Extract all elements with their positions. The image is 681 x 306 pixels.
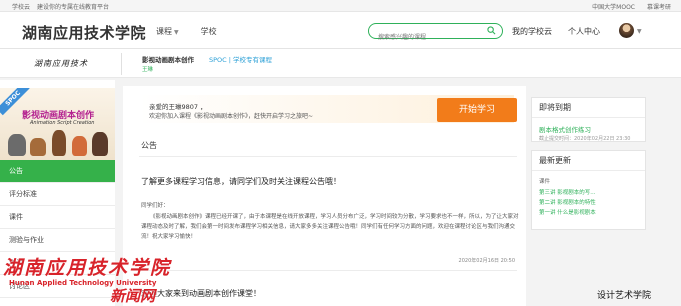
search-icon[interactable]	[487, 26, 496, 35]
cartoon-character-figure	[30, 138, 46, 156]
latest-updates-panel: 最新更新 课件 第三讲 影视剧本的写... 第二讲 影视剧本的特性 第一讲 什么…	[531, 150, 646, 230]
due-soon-panel: 即将到期 剧本格式创作练习 截止提交时间：2020年02月22日 23:30	[531, 97, 646, 142]
announcement-title[interactable]: 了解更多课程学习信息，请同学们及时关注课程公告哦！	[141, 176, 341, 187]
menu-item-courseware[interactable]: 课件	[0, 206, 115, 229]
menu-item-quiz-homework[interactable]: 测验与作业	[0, 229, 115, 252]
main-content: 亲爱的王琳9807 ， 欢迎你加入课程《影视动画剧本创作》，赶快开启学习之旅吧~…	[123, 86, 526, 306]
due-item-link[interactable]: 剧本格式创作练习	[532, 118, 645, 134]
start-learning-button[interactable]: 开始学习	[437, 98, 517, 122]
site-logo[interactable]: 湖南应用技术学院	[22, 22, 146, 43]
course-header: 影视动画剧本创作 SPOC | 学校专有课程 王琳	[0, 49, 681, 78]
update-item-link[interactable]: 第一讲 什么是影视剧本	[532, 207, 645, 217]
announcement-title[interactable]: 欢迎大家来到动画剧本创作课堂！	[141, 288, 261, 299]
cover-subtitle: Animation Script Creation	[30, 120, 95, 126]
search-input[interactable]	[369, 31, 479, 45]
divider	[139, 156, 517, 157]
personal-center-link[interactable]: 个人中心	[568, 26, 600, 37]
chevron-down-icon: ▼	[174, 29, 179, 36]
avatar[interactable]	[619, 23, 634, 38]
top-bar: 学校云 建设你的专属在线教育平台 中国大学MOOC 慕课考研	[0, 0, 681, 12]
cartoon-character-figure	[72, 136, 87, 156]
topbar-slogan: 建设你的专属在线教育平台	[37, 4, 110, 11]
menu-item-announcements[interactable]: 公告	[0, 160, 115, 183]
chevron-down-icon[interactable]: ▼	[637, 28, 642, 35]
cartoon-character-figure	[52, 130, 66, 156]
nav-school[interactable]: 学校	[201, 26, 217, 37]
main-nav: 课程 ▼ 学校	[156, 26, 217, 37]
topbar-link-school-cloud[interactable]: 学校云	[12, 2, 30, 11]
latest-updates-title: 最新更新	[532, 151, 645, 171]
divider	[121, 53, 122, 75]
nav-courses[interactable]: 课程 ▼	[156, 26, 179, 37]
course-cover-image: SPOC 影视动画剧本创作 Animation Script Creation	[0, 88, 115, 160]
update-category: 课件	[539, 179, 551, 185]
welcome-greeting: 亲爱的王琳9807 ，	[149, 103, 207, 111]
topbar-link-mooc[interactable]: 中国大学MOOC	[592, 2, 635, 11]
course-teacher[interactable]: 王琳	[142, 65, 153, 73]
watermark-news: 新闻网	[110, 287, 156, 305]
course-tag: SPOC | 学校专有课程	[209, 56, 273, 64]
watermark-department: 设计艺术学院	[597, 291, 652, 301]
my-school-cloud-link[interactable]: 我的学校云	[512, 26, 552, 37]
search-box	[368, 23, 503, 45]
announcement-body: 《影视动画剧本创作》课程已经开课了，由于本课程是在线开放课程，学习人员分布广泛，…	[141, 214, 519, 240]
nav-courses-label: 课程	[156, 27, 172, 36]
cartoon-character-figure	[8, 134, 26, 156]
section-title-announcements: 公告	[141, 141, 157, 150]
watermark-school-name: 湖南应用技术学院	[3, 257, 172, 279]
divider	[139, 270, 517, 271]
due-soon-title: 即将到期	[532, 98, 645, 118]
due-time: 截止提交时间：2020年02月22日 23:30	[539, 136, 631, 142]
update-item-link[interactable]: 第二讲 影视剧本的特性	[532, 197, 645, 207]
course-title: 影视动画剧本创作	[142, 56, 194, 64]
welcome-message: 欢迎你加入课程《影视动画剧本创作》，赶快开启学习之旅吧~	[149, 113, 314, 120]
school-calligraphy-logo: 湖南应用技术	[34, 59, 88, 68]
menu-item-grading[interactable]: 评分标准	[0, 183, 115, 206]
cartoon-character-figure	[92, 132, 108, 156]
site-header: 湖南应用技术学院 课程▼ 学校 我的学校云 个人中心 ▼	[0, 12, 681, 49]
topbar-link-kaoyan[interactable]: 慕课考研	[647, 2, 671, 11]
right-column: 即将到期 剧本格式创作练习 截止提交时间：2020年02月22日 23:30 最…	[531, 97, 646, 230]
announcement-greeting: 同学们好：	[141, 203, 169, 209]
update-item-link[interactable]: 第三讲 影视剧本的写...	[532, 187, 645, 197]
announcement-date: 2020年02月16日 20:50	[458, 258, 515, 264]
